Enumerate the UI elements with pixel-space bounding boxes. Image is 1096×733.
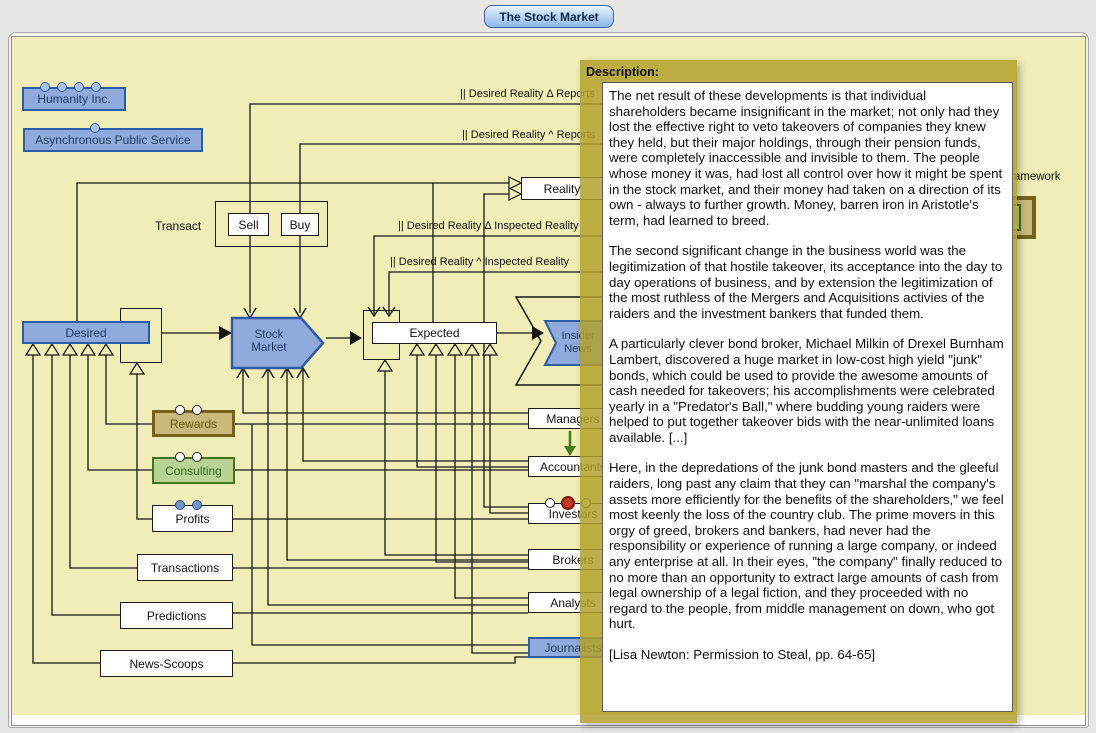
node-transactions[interactable]: Transactions <box>137 554 233 581</box>
flow-label-desired-delta-reports: || Desired Reality Δ Reports <box>460 88 595 100</box>
node-buy-label: Buy <box>289 217 311 232</box>
node-profits-label: Profits <box>175 511 210 526</box>
node-expected-label: Expected <box>409 326 460 340</box>
description-panel-body: The net result of these developments is … <box>602 82 1013 712</box>
port-dot[interactable] <box>175 405 185 415</box>
node-profits[interactable]: Profits <box>152 505 233 532</box>
description-paragraph: The second significant change in the bus… <box>609 243 1003 321</box>
node-aps-label: Asynchronous Public Service <box>35 133 191 147</box>
node-buy[interactable]: Buy <box>281 213 319 236</box>
node-desired-label: Desired <box>65 325 107 340</box>
tab-the-stock-market[interactable]: The Stock Market <box>484 5 614 28</box>
node-desired[interactable]: Desired <box>22 321 150 344</box>
node-stock-market-label: Stock Market <box>251 329 287 354</box>
node-news-scoops-label: News-Scoops <box>129 656 204 671</box>
port-dot[interactable] <box>192 452 202 462</box>
node-rewards-label: Rewards <box>169 416 218 431</box>
description-paragraph: The net result of these developments is … <box>609 88 1003 228</box>
port-dot[interactable] <box>74 82 84 92</box>
port-dot[interactable] <box>91 82 101 92</box>
description-panel-title: Description: <box>586 65 659 79</box>
port-dot[interactable] <box>90 123 100 133</box>
port-dot[interactable] <box>175 452 185 462</box>
port-dot[interactable] <box>192 500 202 510</box>
node-asynchronous-public-service[interactable]: Asynchronous Public Service <box>23 128 203 152</box>
flow-label-desired-caret-reports: || Desired Reality ^ Reports <box>462 129 596 141</box>
node-sell-label: Sell <box>238 217 259 232</box>
node-expected[interactable]: Expected <box>372 322 497 344</box>
node-sell[interactable]: Sell <box>228 213 269 236</box>
port-dot[interactable] <box>175 500 185 510</box>
transact-label: Transact <box>155 219 202 233</box>
node-humanity-inc-label: Humanity Inc. <box>37 92 111 106</box>
description-paragraph: Here, in the depredations of the junk bo… <box>609 460 1004 632</box>
node-reality-label: Reality <box>543 181 581 196</box>
node-consulting-label: Consulting <box>165 463 222 478</box>
tab-title-label: The Stock Market <box>499 9 599 24</box>
flow-label-desired-caret-inspected: || Desired Reality ^ Inspected Reality <box>390 256 570 268</box>
description-citation: [Lisa Newton: Permission to Steal, pp. 6… <box>609 647 876 662</box>
red-marker-dot[interactable] <box>561 496 575 510</box>
flow-label-desired-delta-inspected: || Desired Reality Δ Inspected Reality <box>398 220 579 232</box>
node-predictions[interactable]: Predictions <box>120 602 233 629</box>
node-news-scoops[interactable]: News-Scoops <box>100 650 233 677</box>
node-transactions-label: Transactions <box>150 560 220 575</box>
node-humanity-inc[interactable]: Humanity Inc. <box>22 87 126 111</box>
port-dot[interactable] <box>192 405 202 415</box>
node-stock-market[interactable]: Stock Market <box>236 329 302 355</box>
description-panel: Description: The net result of these dev… <box>580 60 1017 723</box>
description-paragraph: A particularly clever bond broker, Micha… <box>609 336 1004 445</box>
port-dot[interactable] <box>57 82 67 92</box>
port-dot[interactable] <box>545 498 555 508</box>
port-dot[interactable] <box>40 82 50 92</box>
node-predictions-label: Predictions <box>146 608 207 623</box>
